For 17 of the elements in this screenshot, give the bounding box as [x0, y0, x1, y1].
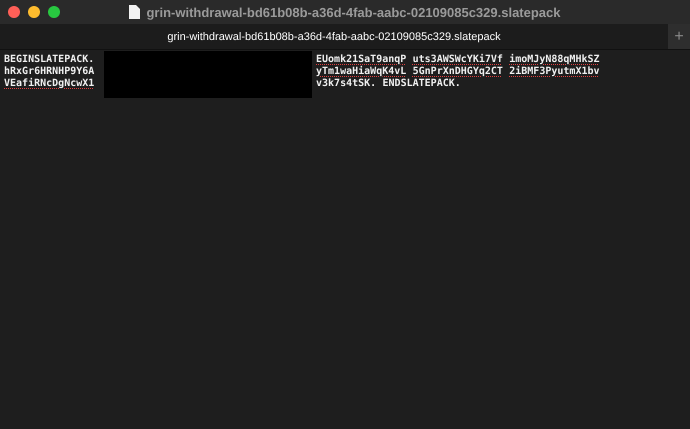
text-word: hRxGr6HRNHP9Y6A	[4, 66, 94, 78]
text-word: uts3AWSWcYKi7Vf	[412, 54, 503, 66]
text-word: yTm1waHiaWqK4vL	[316, 66, 406, 78]
text-word: ENDSLATEPACK.	[382, 78, 461, 90]
document-icon	[129, 5, 140, 19]
text-word: BEGINSLATEPACK.	[4, 54, 94, 66]
text-word: VEafiRNcDgNcwX1	[4, 78, 94, 90]
text-word: imoMJyN88qMHkSZ	[509, 54, 600, 66]
window-title: grin-withdrawal-bd61b08b-a36d-4fab-aabc-02109085c329.slatepack	[146, 4, 560, 20]
zoom-button[interactable]	[48, 6, 60, 18]
close-button[interactable]	[8, 6, 20, 18]
text-word: 5GnPrXnDHGYq2CT	[412, 66, 503, 78]
new-tab-button[interactable]: +	[668, 24, 690, 49]
text-word: EUomk21SaT9anqP	[316, 54, 406, 66]
text-word: v3k7s4tSK.	[316, 78, 376, 90]
text-word: 2iBMF3PyutmX1bv	[509, 66, 600, 78]
minimize-button[interactable]	[28, 6, 40, 18]
